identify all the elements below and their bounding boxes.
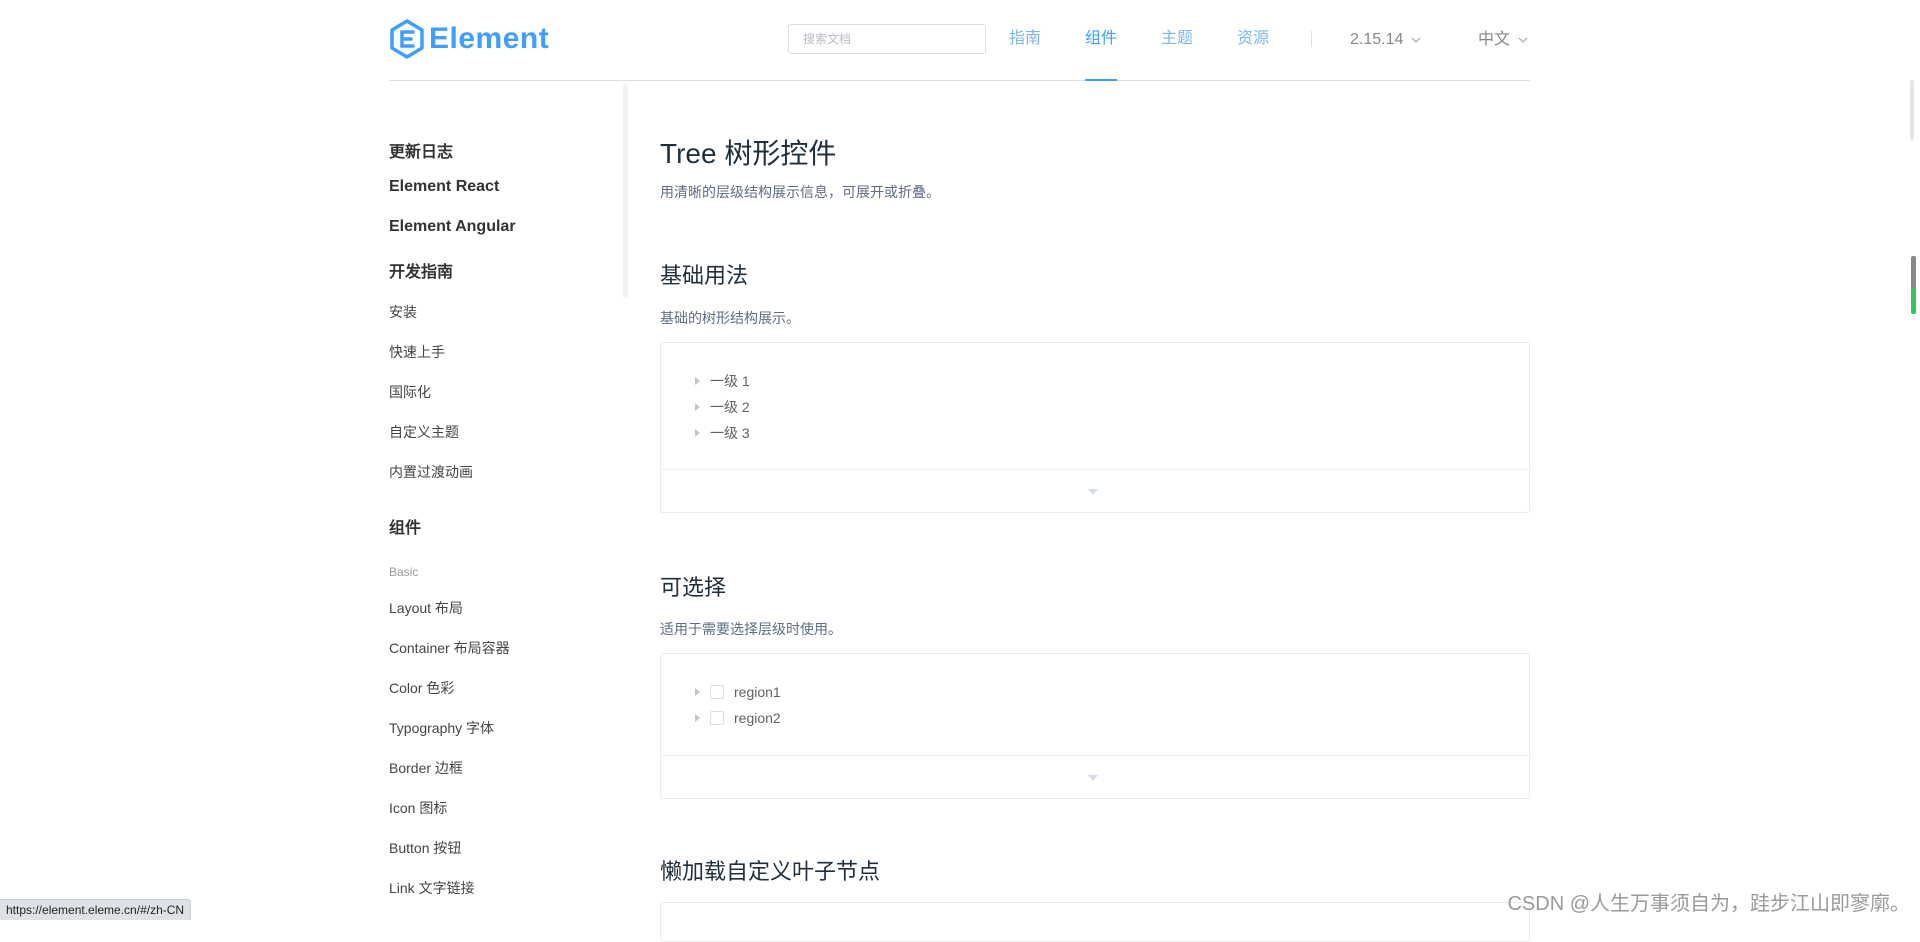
tree-node-label: 一级 3 — [710, 425, 750, 441]
element-logo-icon — [390, 19, 424, 59]
language-label: 中文 — [1478, 31, 1511, 48]
section-desc-selectable: 适用于需要选择层级时使用。 — [660, 621, 842, 637]
sidebar-item-i18n[interactable]: 国际化 — [389, 382, 431, 402]
sidebar-item-transition[interactable]: 内置过渡动画 — [389, 462, 473, 482]
expand-code-button[interactable] — [661, 755, 1529, 798]
page-intro: 用清晰的层级结构展示信息，可展开或折叠。 — [660, 184, 940, 200]
status-url: https://element.eleme.cn/#/zh-CN — [0, 899, 192, 920]
logo[interactable]: Element — [389, 19, 549, 59]
nav-guide[interactable]: 指南 — [1009, 0, 1041, 80]
demo-body: region1 region2 — [661, 654, 1529, 756]
sidebar-item-quickstart[interactable]: 快速上手 — [389, 342, 445, 362]
sidebar-item-typography[interactable]: Typography 字体 — [389, 718, 494, 738]
caret-down-icon — [1088, 775, 1098, 781]
tree-node-label: region1 — [734, 684, 781, 700]
top-nav: 指南 组件 主题 资源 — [1009, 0, 1313, 81]
version-dropdown[interactable]: 2.15.14 — [1350, 0, 1421, 80]
sidebar-item-custom-theme[interactable]: 自定义主题 — [389, 422, 459, 442]
nav-resources[interactable]: 资源 — [1237, 0, 1269, 80]
section-title-selectable: 可选择 — [660, 575, 727, 600]
tree-node[interactable]: 一级 1 — [693, 368, 750, 394]
version-label: 2.15.14 — [1350, 31, 1404, 48]
sidebar-group-basic: Basic — [389, 565, 419, 579]
page-scrollbar-thumb[interactable] — [1911, 256, 1916, 314]
nav-theme[interactable]: 主题 — [1161, 0, 1193, 80]
tree-node[interactable]: 一级 2 — [693, 394, 750, 420]
expand-code-button[interactable] — [661, 469, 1529, 512]
checkbox[interactable] — [710, 685, 724, 699]
sidebar-item-icon[interactable]: Icon 图标 — [389, 798, 447, 818]
sidebar-item-button[interactable]: Button 按钮 — [389, 838, 461, 858]
chevron-down-icon — [1518, 37, 1528, 43]
sidebar-item-color[interactable]: Color 色彩 — [389, 678, 454, 698]
caret-right-icon[interactable] — [695, 714, 700, 722]
sidebar-item-link[interactable]: Link 文字链接 — [389, 878, 475, 898]
nav-components[interactable]: 组件 — [1085, 0, 1118, 81]
site-header: Element 指南 组件 主题 资源 2.15.14 中文 — [389, 0, 1530, 81]
sidebar-item-container[interactable]: Container 布局容器 — [389, 638, 510, 658]
demo-block-selectable: region1 region2 — [660, 653, 1530, 799]
tree-node[interactable]: 一级 3 — [693, 420, 750, 446]
section-desc-basic: 基础的树形结构展示。 — [660, 310, 800, 326]
search-input[interactable] — [788, 24, 986, 54]
section-title-basic: 基础用法 — [660, 263, 749, 288]
sidebar-item-install[interactable]: 安装 — [389, 302, 417, 322]
sidebar-item-element-angular[interactable]: Element Angular — [389, 218, 516, 236]
caret-right-icon[interactable] — [695, 429, 700, 437]
caret-right-icon[interactable] — [695, 377, 700, 385]
sidebar-heading-guide: 开发指南 — [389, 264, 454, 281]
sidebar-item-element-react[interactable]: Element React — [389, 178, 499, 196]
demo-body: 一级 1 一级 2 一级 3 — [661, 343, 1529, 470]
chevron-down-icon — [1411, 37, 1421, 43]
language-dropdown[interactable]: 中文 — [1478, 0, 1528, 80]
demo-block-lazy-load — [660, 902, 1530, 942]
page-scrollbar-track[interactable] — [1910, 80, 1914, 140]
nav-divider — [1311, 31, 1312, 47]
sidebar-heading-components: 组件 — [389, 520, 422, 537]
tree-node-label: region2 — [734, 710, 781, 726]
tree-node[interactable]: region2 — [693, 705, 781, 731]
demo-block-basic: 一级 1 一级 2 一级 3 — [660, 342, 1530, 513]
logo-text: Element — [429, 22, 550, 55]
sidebar-item-border[interactable]: Border 边框 — [389, 758, 463, 778]
tree-node-label: 一级 2 — [710, 399, 750, 415]
sidebar-item-layout[interactable]: Layout 布局 — [389, 598, 463, 618]
sidebar-item-changelog[interactable]: 更新日志 — [389, 138, 453, 162]
caret-down-icon — [1088, 489, 1098, 495]
checkbox[interactable] — [710, 711, 724, 725]
watermark: CSDN @人生万事须自为，跬步江山即寥廓。 — [1507, 893, 1910, 915]
tree-node-label: 一级 1 — [710, 373, 750, 389]
sidebar-scrollbar[interactable] — [623, 84, 628, 298]
page-title: Tree 树形控件 — [660, 138, 837, 169]
caret-right-icon[interactable] — [695, 688, 700, 696]
caret-right-icon[interactable] — [695, 403, 700, 411]
section-title-lazy-load: 懒加载自定义叶子节点 — [660, 859, 881, 884]
tree-node[interactable]: region1 — [693, 679, 781, 705]
